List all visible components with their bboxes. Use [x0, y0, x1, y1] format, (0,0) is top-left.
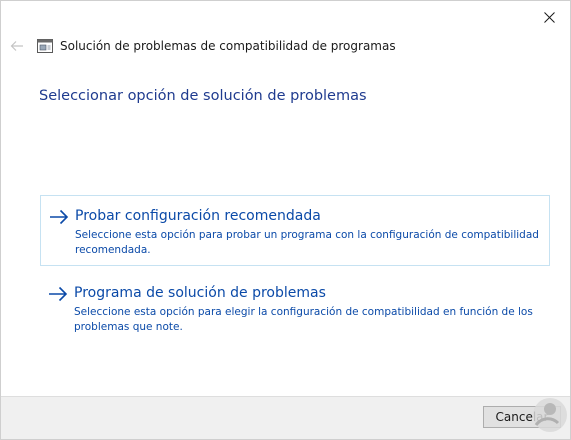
back-arrow-icon [10, 41, 23, 51]
close-icon [543, 11, 555, 23]
app-icon [37, 39, 53, 53]
option-description: Seleccione esta opción para probar un pr… [75, 229, 539, 256]
close-button[interactable] [532, 5, 566, 29]
footer-bar: Cancelar [1, 396, 570, 439]
watermark-logo [533, 398, 567, 432]
option-title: Programa de solución de problemas [74, 285, 326, 301]
arrow-right-icon [50, 209, 69, 225]
option-title: Probar configuración recomendada [75, 208, 321, 224]
page-heading: Seleccionar opción de solución de proble… [39, 88, 367, 104]
option-description: Seleccione esta opción para elegir la co… [74, 306, 533, 333]
option-troubleshoot-program[interactable]: Programa de solución de problemas Selecc… [40, 273, 550, 343]
arrow-right-icon [49, 286, 68, 302]
troubleshooter-window: Solución de problemas de compatibilidad … [0, 0, 571, 440]
back-button[interactable] [7, 37, 27, 55]
window-title: Solución de problemas de compatibilidad … [60, 39, 396, 53]
window-header: Solución de problemas de compatibilidad … [37, 37, 396, 55]
option-try-recommended-settings[interactable]: Probar configuración recomendada Selecci… [40, 195, 550, 266]
